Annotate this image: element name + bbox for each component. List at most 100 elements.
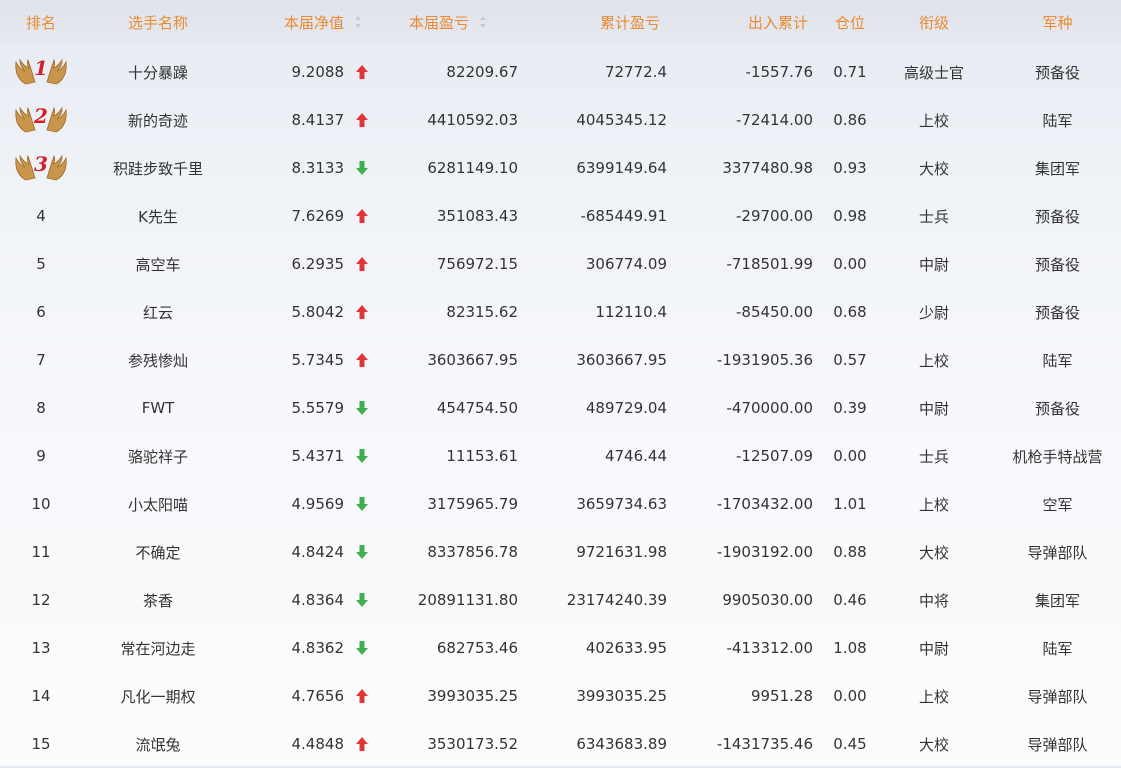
cum-profit-value: 306774.09 bbox=[585, 255, 667, 273]
nav-value: 4.4848 bbox=[291, 735, 345, 753]
arm-value: 导弹部队 bbox=[1027, 687, 1088, 706]
player-name[interactable]: 参残惨灿 bbox=[82, 336, 234, 384]
profit-value: 756972.15 bbox=[436, 255, 518, 273]
rank-title: 上校 bbox=[918, 111, 949, 130]
player-name[interactable]: FWT bbox=[82, 384, 234, 432]
sort-icon[interactable] bbox=[354, 15, 362, 29]
arm-value: 集团军 bbox=[1034, 591, 1080, 610]
rank-cell: 9 bbox=[36, 447, 46, 465]
profit-value: 4410592.03 bbox=[427, 111, 518, 129]
nav-value: 4.8364 bbox=[291, 591, 345, 609]
position-value: 0.71 bbox=[833, 63, 867, 81]
table-header: 排名 选手名称 本届净值 本届盈亏 累计盈亏 出入累计 仓位 衔级 军种 bbox=[0, 0, 1121, 44]
header-nav[interactable]: 本届净值 bbox=[236, 0, 362, 44]
nav-value: 4.7656 bbox=[291, 687, 345, 705]
player-name[interactable]: 凡化一期权 bbox=[82, 672, 234, 720]
rank-title: 中将 bbox=[918, 591, 949, 610]
position-value: 0.98 bbox=[833, 207, 867, 225]
header-profit-label: 本届盈亏 bbox=[408, 13, 469, 32]
nav-value: 4.8424 bbox=[291, 543, 345, 561]
arm-value: 陆军 bbox=[1042, 639, 1073, 658]
sort-icon[interactable] bbox=[479, 15, 487, 29]
rank-title: 少尉 bbox=[918, 303, 949, 322]
header-position[interactable]: 仓位 bbox=[826, 0, 874, 44]
rank-cell: 5 bbox=[36, 255, 46, 273]
header-name[interactable]: 选手名称 bbox=[82, 0, 234, 44]
player-name[interactable]: 流氓兔 bbox=[82, 720, 234, 768]
io-value: -1557.76 bbox=[745, 63, 813, 81]
player-name[interactable]: 骆驼祥子 bbox=[82, 432, 234, 480]
io-value: -72414.00 bbox=[736, 111, 813, 129]
rank-cell: 6 bbox=[36, 303, 46, 321]
position-value: 0.46 bbox=[833, 591, 867, 609]
nav-value: 9.2088 bbox=[291, 63, 345, 81]
arrow-up-icon bbox=[352, 288, 372, 336]
player-name[interactable]: 红云 bbox=[82, 288, 234, 336]
rank-cell: 8 bbox=[36, 399, 46, 417]
profit-value: 6281149.10 bbox=[427, 159, 518, 177]
arrow-down-icon bbox=[352, 576, 372, 624]
player-name[interactable]: 小太阳喵 bbox=[82, 480, 234, 528]
io-value: -413312.00 bbox=[726, 639, 813, 657]
rank-title: 大校 bbox=[918, 735, 949, 754]
cum-profit-value: -685449.91 bbox=[580, 207, 667, 225]
position-value: 0.86 bbox=[833, 111, 867, 129]
arrow-up-icon bbox=[352, 672, 372, 720]
player-name[interactable]: 高空车 bbox=[82, 240, 234, 288]
profit-value: 351083.43 bbox=[436, 207, 518, 225]
io-value: -470000.00 bbox=[726, 399, 813, 417]
rank-title: 中尉 bbox=[918, 399, 949, 418]
medal-wings-icon: 1 bbox=[14, 56, 68, 88]
header-arm[interactable]: 军种 bbox=[994, 0, 1121, 44]
rank-cell: 7 bbox=[36, 351, 46, 369]
player-name[interactable]: K先生 bbox=[82, 192, 234, 240]
io-value: 3377480.98 bbox=[722, 159, 813, 177]
player-name[interactable]: 新的奇迹 bbox=[82, 96, 234, 144]
rank-cell: 2 bbox=[0, 96, 82, 144]
rank-cell: 14 bbox=[31, 687, 51, 705]
cum-profit-value: 72772.4 bbox=[604, 63, 667, 81]
arrow-down-icon bbox=[352, 480, 372, 528]
io-value: -1431735.46 bbox=[716, 735, 813, 753]
rank-title: 上校 bbox=[918, 495, 949, 514]
cum-profit-value: 402633.95 bbox=[585, 639, 667, 657]
arm-value: 导弹部队 bbox=[1027, 735, 1088, 754]
profit-value: 3530173.52 bbox=[427, 735, 518, 753]
player-name[interactable]: 常在河边走 bbox=[82, 624, 234, 672]
io-value: -718501.99 bbox=[726, 255, 813, 273]
arm-value: 导弹部队 bbox=[1027, 543, 1088, 562]
arm-value: 预备役 bbox=[1034, 255, 1080, 274]
nav-value: 4.9569 bbox=[291, 495, 345, 513]
rank-title: 士兵 bbox=[918, 207, 949, 226]
nav-value: 4.8362 bbox=[291, 639, 345, 657]
leaderboard-table: 排名 选手名称 本届净值 本届盈亏 累计盈亏 出入累计 仓位 衔级 军种 1 十分… bbox=[0, 0, 1121, 766]
position-value: 0.88 bbox=[833, 543, 867, 561]
rank-title: 上校 bbox=[918, 687, 949, 706]
nav-value: 5.5579 bbox=[291, 399, 345, 417]
nav-value: 5.7345 bbox=[291, 351, 345, 369]
header-io[interactable]: 出入累计 bbox=[675, 0, 808, 44]
player-name[interactable]: 十分暴躁 bbox=[82, 48, 234, 96]
player-name[interactable]: 积跬步致千里 bbox=[82, 144, 234, 192]
header-rank[interactable]: 排名 bbox=[0, 0, 82, 44]
position-value: 0.57 bbox=[833, 351, 867, 369]
table-row: 6 红云 5.8042 82315.62 112110.4 -85450.00 0.68 少尉… bbox=[0, 288, 1121, 336]
profit-value: 3175965.79 bbox=[427, 495, 518, 513]
arrow-up-icon bbox=[352, 192, 372, 240]
header-profit[interactable]: 本届盈亏 bbox=[380, 0, 516, 44]
arm-value: 预备役 bbox=[1034, 399, 1080, 418]
player-name[interactable]: 茶香 bbox=[82, 576, 234, 624]
profit-value: 3603667.95 bbox=[427, 351, 518, 369]
io-value: -1931905.36 bbox=[716, 351, 813, 369]
position-value: 0.45 bbox=[833, 735, 867, 753]
profit-value: 682753.46 bbox=[436, 639, 518, 657]
arrow-up-icon bbox=[352, 48, 372, 96]
header-rank-title[interactable]: 衔级 bbox=[886, 0, 982, 44]
arm-value: 预备役 bbox=[1034, 303, 1080, 322]
io-value: 9905030.00 bbox=[722, 591, 813, 609]
player-name[interactable]: 不确定 bbox=[82, 528, 234, 576]
cum-profit-value: 112110.4 bbox=[595, 303, 667, 321]
profit-value: 82315.62 bbox=[446, 303, 518, 321]
cum-profit-value: 3659734.63 bbox=[576, 495, 667, 513]
arm-value: 集团军 bbox=[1034, 159, 1080, 178]
